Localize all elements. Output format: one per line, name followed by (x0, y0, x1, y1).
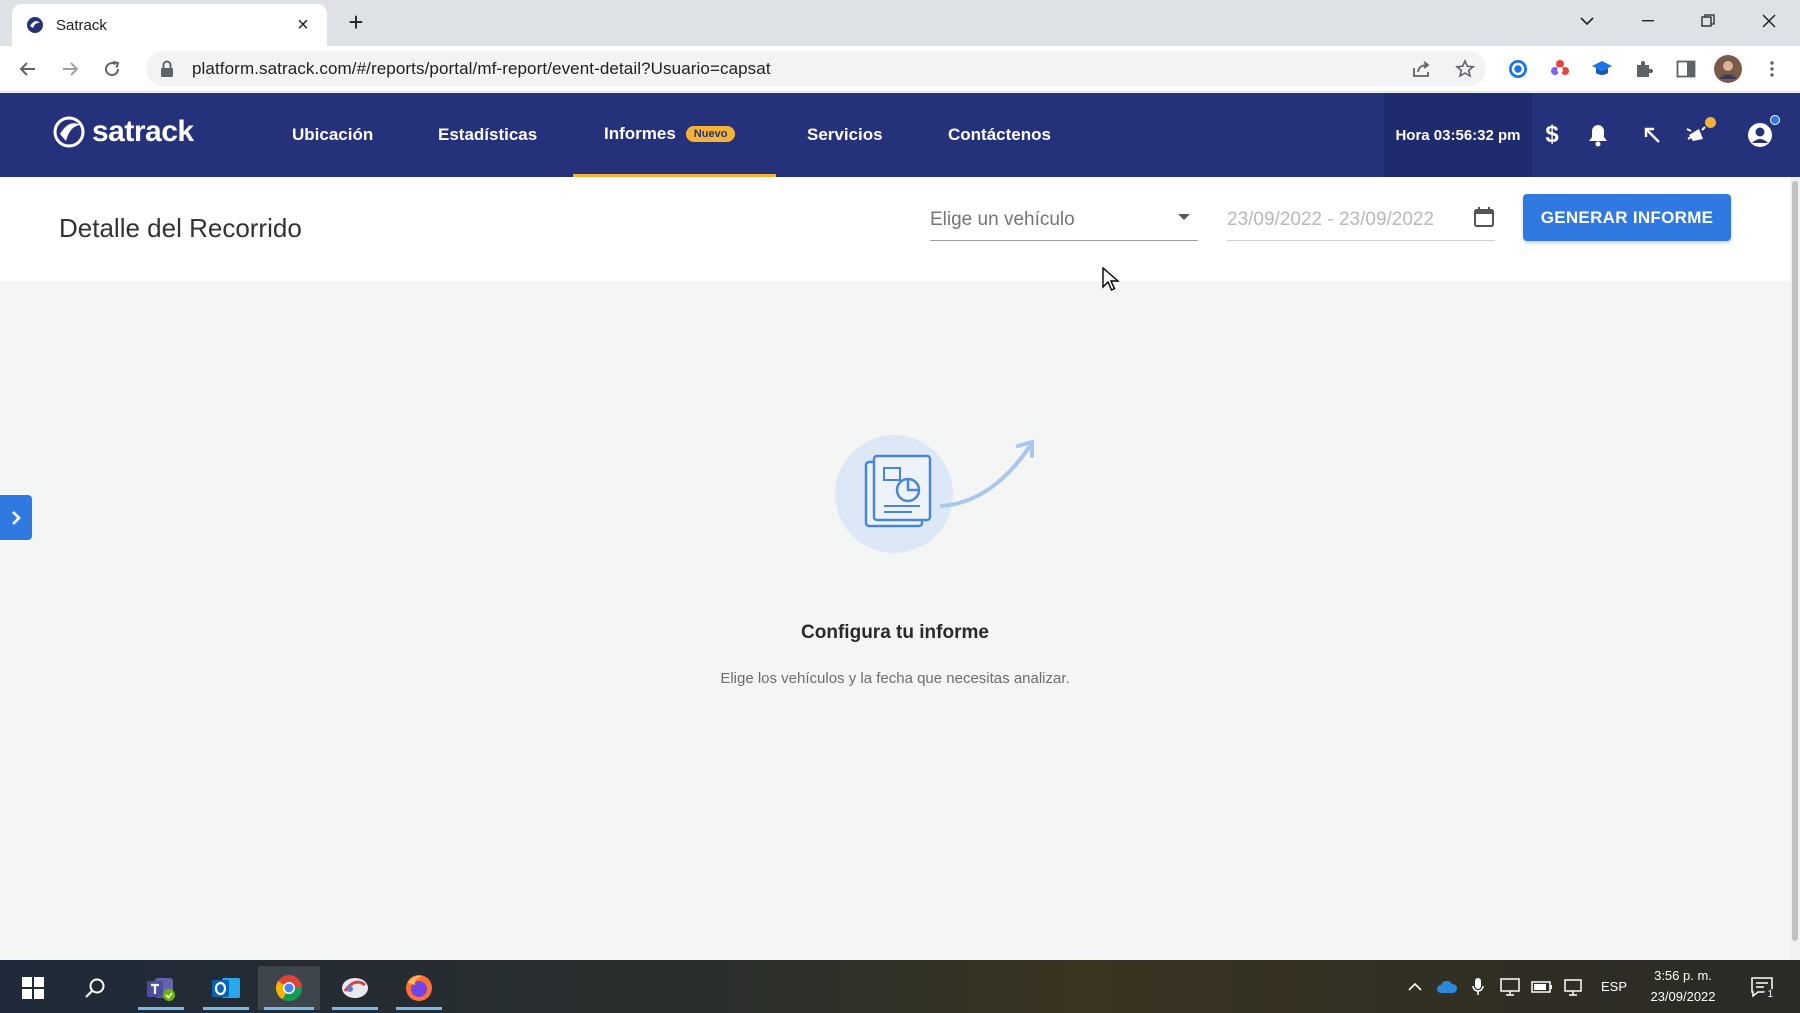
address-bar[interactable]: platform.satrack.com/#/reports/portal/mf… (146, 51, 1486, 87)
onedrive-cloud-icon[interactable] (1436, 976, 1458, 998)
announcement-dot (1705, 117, 1716, 128)
chevron-right-icon (12, 510, 21, 525)
report-header: Detalle del Recorrido Elige un vehículo … (0, 177, 1790, 281)
browser-tab-bar: Satrack × + (0, 0, 1800, 46)
browser-menu-icon[interactable] (1758, 55, 1786, 83)
new-tab-icon[interactable]: + (342, 8, 370, 36)
firefox-app-icon[interactable] (390, 966, 448, 1010)
generate-report-button[interactable]: GENERAR INFORME (1523, 194, 1731, 241)
restore-icon[interactable] (1688, 6, 1728, 36)
search-icon[interactable] (66, 966, 124, 1010)
windows-taskbar: ESP 3:56 p. m. 23/09/2022 1 (0, 960, 1800, 1013)
tray-chevron-up-icon[interactable] (1404, 976, 1426, 998)
date-range-picker[interactable]: 23/09/2022 - 23/09/2022 (1227, 199, 1495, 241)
lock-icon (160, 60, 178, 78)
nav-item-servicios[interactable]: Servicios (807, 93, 883, 177)
reload-icon[interactable] (98, 55, 126, 83)
tab-title: Satrack (56, 16, 107, 34)
nav-item-label: Servicios (807, 125, 883, 144)
windows-start-icon[interactable] (4, 966, 62, 1010)
share-icon[interactable] (1408, 55, 1436, 83)
nav-item-ubicacion[interactable]: Ubicación (292, 93, 373, 177)
app-navbar: satrack Ubicación Estadísticas Informes … (0, 93, 1800, 177)
battery-icon[interactable] (1531, 976, 1553, 998)
calendar-icon[interactable] (1473, 206, 1495, 233)
tab-close-icon[interactable]: × (293, 15, 313, 35)
new-badge: Nuevo (685, 125, 736, 142)
clock-display: Hora 03:56:32 pm (1384, 93, 1532, 177)
user-account-icon[interactable] (1744, 115, 1780, 151)
minimize-icon[interactable] (1628, 6, 1668, 36)
notification-center-icon[interactable]: 1 (1748, 974, 1776, 1000)
vehicle-select[interactable]: Elige un vehículo (930, 199, 1198, 241)
extensions-puzzle-icon[interactable] (1630, 55, 1658, 83)
satrack-logo-icon (52, 115, 86, 149)
back-arrow-icon[interactable] (14, 55, 42, 83)
arrow-up-left-icon[interactable] (1636, 119, 1668, 151)
page-title: Detalle del Recorrido (59, 213, 302, 243)
nav-item-label: Contáctenos (948, 125, 1051, 144)
date-range-value: 23/09/2022 - 23/09/2022 (1227, 208, 1435, 230)
taskbar-date[interactable]: 23/09/2022 (1640, 989, 1726, 1004)
sidebar-toggle-button[interactable] (0, 495, 32, 540)
satrack-logo[interactable]: satrack (52, 115, 194, 149)
microphone-icon[interactable] (1467, 976, 1489, 998)
nav-item-label: Informes (604, 123, 676, 143)
network-icon[interactable] (1563, 976, 1585, 998)
chrome-app-icon[interactable] (258, 966, 320, 1010)
nav-item-contactenos[interactable]: Contáctenos (948, 93, 1051, 177)
user-status-dot (1770, 115, 1780, 125)
brand-name: satrack (92, 115, 194, 148)
report-illustration (832, 432, 1052, 562)
vehicle-select-placeholder: Elige un vehículo (930, 208, 1075, 230)
forward-arrow-icon[interactable] (56, 55, 84, 83)
extension-flower-icon[interactable] (1546, 55, 1574, 83)
extension-circle-icon[interactable] (1504, 55, 1532, 83)
dropdown-caret-icon (1178, 213, 1190, 220)
profile-avatar[interactable] (1714, 55, 1742, 83)
scrollbar-thumb[interactable] (1792, 181, 1798, 941)
tab-search-icon[interactable] (1567, 6, 1607, 36)
outlook-app-icon[interactable] (197, 966, 255, 1010)
notifications-bell-icon[interactable] (1582, 119, 1614, 151)
browser-tab[interactable]: Satrack × (12, 4, 327, 46)
empty-state-subtitle: Elige los vehículos y la fecha que neces… (720, 670, 1070, 687)
teams-app-icon[interactable] (132, 966, 190, 1010)
bookmark-star-icon[interactable] (1451, 55, 1479, 83)
url-text: platform.satrack.com/#/reports/portal/mf… (192, 59, 771, 78)
nav-item-estadisticas[interactable]: Estadísticas (438, 93, 537, 177)
page-scrollbar[interactable] (1790, 177, 1800, 960)
billing-dollar-icon[interactable]: $ (1536, 119, 1568, 151)
taskbar-time[interactable]: 3:56 p. m. (1646, 968, 1720, 983)
notification-count: 1 (1764, 989, 1776, 1000)
snipping-tool-app-icon[interactable] (326, 966, 384, 1010)
nav-item-informes[interactable]: Informes Nuevo (573, 93, 776, 177)
browser-toolbar: platform.satrack.com/#/reports/portal/mf… (0, 46, 1800, 92)
satrack-favicon-icon (26, 16, 44, 34)
close-window-icon[interactable] (1749, 6, 1789, 36)
mouse-cursor-icon (1102, 266, 1120, 298)
side-panel-icon[interactable] (1672, 55, 1700, 83)
display-settings-icon[interactable] (1499, 976, 1521, 998)
input-language[interactable]: ESP (1601, 979, 1627, 994)
extension-graduation-icon[interactable] (1588, 55, 1616, 83)
nav-item-label: Estadísticas (438, 125, 538, 144)
announcements-icon[interactable] (1683, 117, 1716, 151)
empty-state-title: Configura tu informe (801, 622, 989, 643)
nav-item-label: Ubicación (292, 125, 374, 144)
